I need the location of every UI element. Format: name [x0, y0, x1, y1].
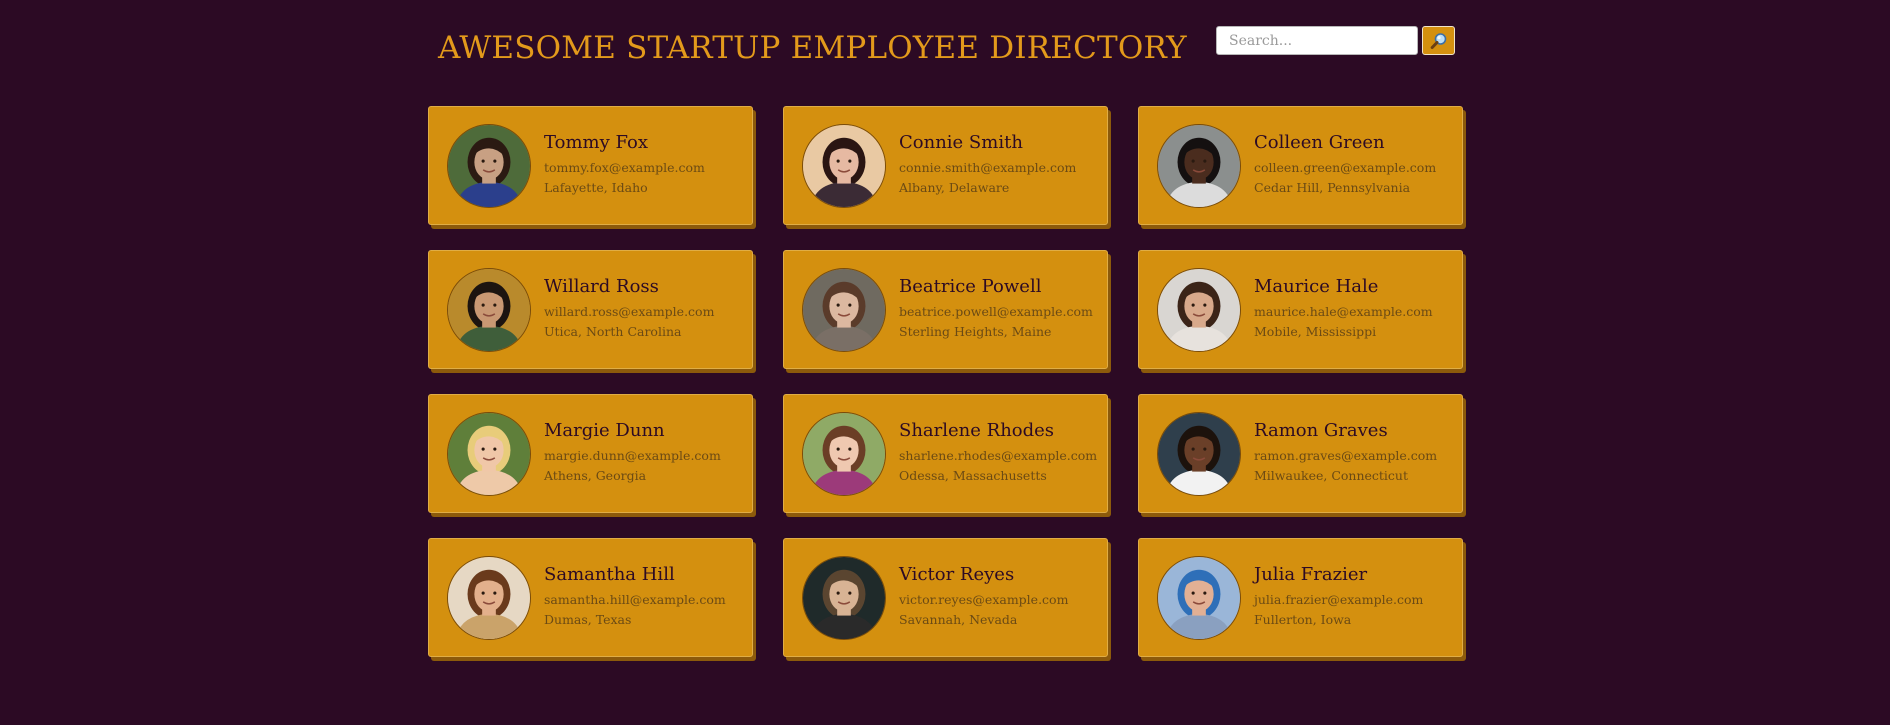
- employee-location: Sterling Heights, Maine: [899, 323, 1052, 339]
- employee-info: Victor Reyes victor.reyes@example.com Sa…: [899, 564, 1068, 630]
- employee-card[interactable]: Sharlene Rhodes sharlene.rhodes@example.…: [783, 394, 1108, 513]
- employee-name: Sharlene Rhodes: [899, 419, 1055, 441]
- employee-location: Fullerton, Iowa: [1254, 611, 1352, 627]
- employee-card[interactable]: Tommy Fox tommy.fox@example.com Lafayett…: [428, 106, 753, 225]
- avatar-photo: [803, 268, 885, 351]
- employee-name: Willard Ross: [544, 275, 659, 297]
- employee-location: Athens, Georgia: [544, 467, 647, 483]
- employee-card[interactable]: Ramon Graves ramon.graves@example.com Mi…: [1138, 394, 1463, 513]
- employee-email: colleen.green@example.com: [1254, 159, 1437, 175]
- employee-name: Victor Reyes: [899, 563, 1015, 585]
- page-title: AWESOME STARTUP EMPLOYEE DIRECTORY: [438, 30, 1187, 66]
- employee-info: Colleen Green colleen.green@example.com …: [1254, 132, 1436, 198]
- search-button[interactable]: [1422, 26, 1455, 55]
- avatar-photo: [448, 124, 530, 207]
- employee-card[interactable]: Connie Smith connie.smith@example.com Al…: [783, 106, 1108, 225]
- employee-card[interactable]: Margie Dunn margie.dunn@example.com Athe…: [428, 394, 753, 513]
- employee-name: Julia Frazier: [1254, 563, 1368, 585]
- avatar-photo: [448, 268, 530, 351]
- employee-avatar: [1157, 267, 1241, 352]
- employee-email: maurice.hale@example.com: [1254, 303, 1433, 319]
- employee-email: margie.dunn@example.com: [544, 447, 721, 463]
- employee-location: Lafayette, Idaho: [544, 179, 648, 195]
- employee-location: Savannah, Nevada: [899, 611, 1018, 627]
- avatar-photo: [1158, 556, 1240, 639]
- avatar-photo: [1158, 412, 1240, 495]
- employee-avatar: [447, 267, 531, 352]
- employee-email: beatrice.powell@example.com: [899, 303, 1093, 319]
- employee-card[interactable]: Maurice Hale maurice.hale@example.com Mo…: [1138, 250, 1463, 369]
- employee-location: Cedar Hill, Pennsylvania: [1254, 179, 1411, 195]
- avatar-photo: [448, 412, 530, 495]
- employee-email: connie.smith@example.com: [899, 159, 1077, 175]
- employee-location: Dumas, Texas: [544, 611, 632, 627]
- search-input[interactable]: [1216, 26, 1418, 55]
- employee-card[interactable]: Colleen Green colleen.green@example.com …: [1138, 106, 1463, 225]
- employee-card[interactable]: Julia Frazier julia.frazier@example.com …: [1138, 538, 1463, 657]
- employee-card[interactable]: Victor Reyes victor.reyes@example.com Sa…: [783, 538, 1108, 657]
- employee-location: Milwaukee, Connecticut: [1254, 467, 1408, 483]
- employee-card[interactable]: Samantha Hill samantha.hill@example.com …: [428, 538, 753, 657]
- employee-name: Connie Smith: [899, 131, 1023, 153]
- employee-location: Albany, Delaware: [899, 179, 1010, 195]
- avatar-photo: [1158, 268, 1240, 351]
- employee-info: Connie Smith connie.smith@example.com Al…: [899, 132, 1076, 198]
- avatar-photo: [803, 556, 885, 639]
- employee-card[interactable]: Willard Ross willard.ross@example.com Ut…: [428, 250, 753, 369]
- employee-info: Samantha Hill samantha.hill@example.com …: [544, 564, 726, 630]
- employee-avatar: [447, 411, 531, 496]
- employee-name: Ramon Graves: [1254, 419, 1388, 441]
- employee-name: Margie Dunn: [544, 419, 665, 441]
- employee-info: Julia Frazier julia.frazier@example.com …: [1254, 564, 1423, 630]
- employee-location: Utica, North Carolina: [544, 323, 682, 339]
- employee-email: tommy.fox@example.com: [544, 159, 705, 175]
- employee-email: samantha.hill@example.com: [544, 591, 726, 607]
- employee-email: julia.frazier@example.com: [1254, 591, 1424, 607]
- employee-grid: Tommy Fox tommy.fox@example.com Lafayett…: [428, 106, 1468, 657]
- magnifier-icon: [1430, 32, 1446, 49]
- employee-avatar: [1157, 411, 1241, 496]
- employee-avatar: [1157, 123, 1241, 208]
- employee-info: Willard Ross willard.ross@example.com Ut…: [544, 276, 714, 342]
- employee-card[interactable]: Beatrice Powell beatrice.powell@example.…: [783, 250, 1108, 369]
- avatar-photo: [448, 556, 530, 639]
- employee-avatar: [802, 267, 886, 352]
- employee-name: Samantha Hill: [544, 563, 675, 585]
- employee-location: Odessa, Massachusetts: [899, 467, 1047, 483]
- employee-email: ramon.graves@example.com: [1254, 447, 1438, 463]
- employee-info: Margie Dunn margie.dunn@example.com Athe…: [544, 420, 721, 486]
- employee-name: Beatrice Powell: [899, 275, 1042, 297]
- employee-avatar: [447, 123, 531, 208]
- employee-email: sharlene.rhodes@example.com: [899, 447, 1098, 463]
- employee-name: Maurice Hale: [1254, 275, 1379, 297]
- employee-info: Ramon Graves ramon.graves@example.com Mi…: [1254, 420, 1437, 486]
- employee-email: victor.reyes@example.com: [899, 591, 1069, 607]
- employee-avatar: [1157, 555, 1241, 640]
- employee-info: Tommy Fox tommy.fox@example.com Lafayett…: [544, 132, 705, 198]
- employee-name: Colleen Green: [1254, 131, 1385, 153]
- avatar-photo: [803, 412, 885, 495]
- employee-info: Sharlene Rhodes sharlene.rhodes@example.…: [899, 420, 1097, 486]
- employee-avatar: [447, 555, 531, 640]
- avatar-photo: [1158, 124, 1240, 207]
- employee-avatar: [802, 555, 886, 640]
- avatar-photo: [803, 124, 885, 207]
- employee-info: Maurice Hale maurice.hale@example.com Mo…: [1254, 276, 1433, 342]
- employee-avatar: [802, 411, 886, 496]
- employee-location: Mobile, Mississippi: [1254, 323, 1377, 339]
- employee-name: Tommy Fox: [544, 131, 648, 153]
- employee-email: willard.ross@example.com: [544, 303, 715, 319]
- employee-avatar: [802, 123, 886, 208]
- directory-page: AWESOME STARTUP EMPLOYEE DIRECTORY Tommy…: [0, 0, 1890, 725]
- employee-info: Beatrice Powell beatrice.powell@example.…: [899, 276, 1093, 342]
